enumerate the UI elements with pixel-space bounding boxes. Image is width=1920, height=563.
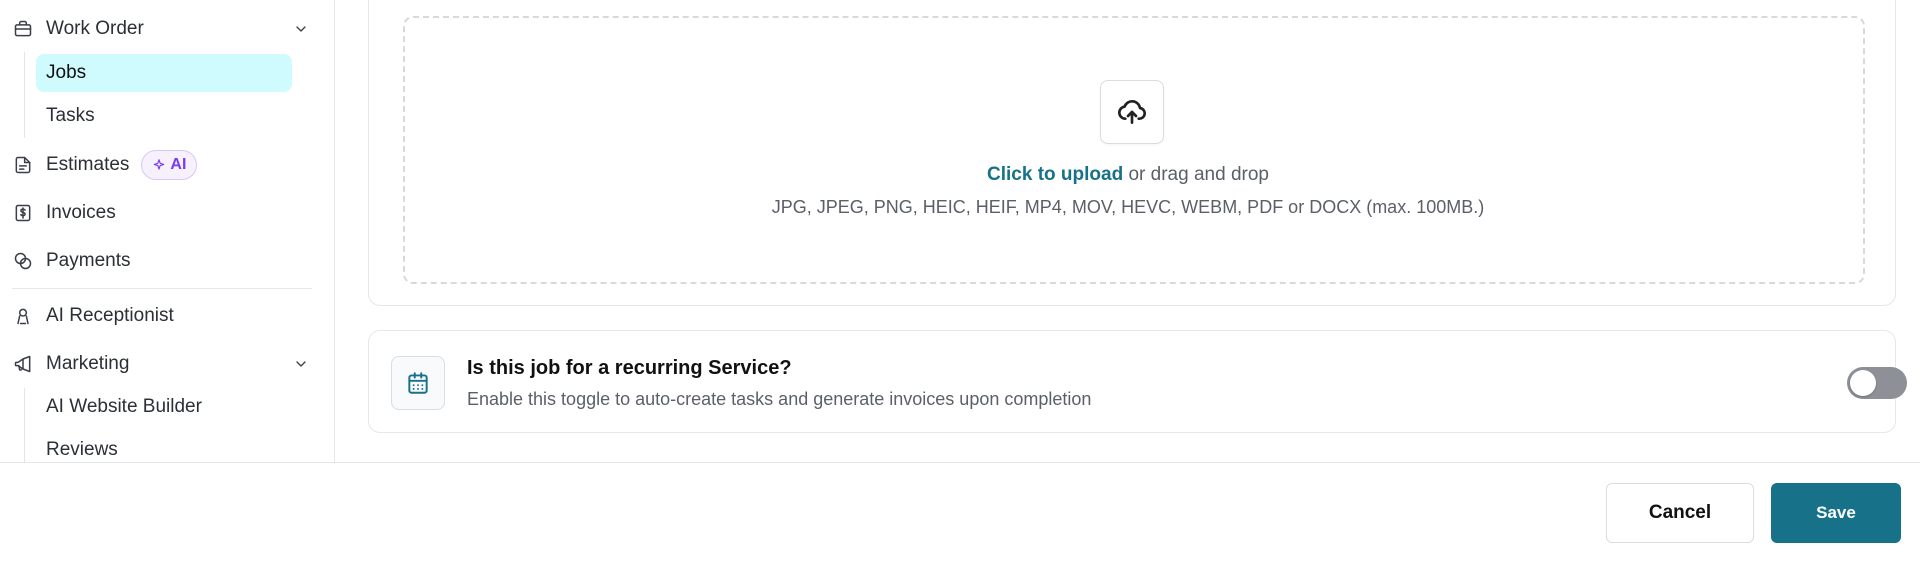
sidebar-item-label: Jobs	[46, 62, 87, 83]
sidebar-item-label: Invoices	[46, 202, 116, 223]
sidebar-item-label: Marketing	[46, 353, 130, 374]
sidebar-divider	[12, 288, 312, 289]
coins-icon	[12, 250, 34, 272]
attachments-card	[368, 0, 1896, 306]
recurring-service-card: Is this job for a recurring Service? Ena…	[368, 330, 1907, 433]
sidebar-item-invoices[interactable]: Invoices	[12, 196, 116, 230]
sidebar-item-label: Tasks	[46, 105, 95, 126]
calendar-icon	[408, 372, 428, 394]
sidebar-item-ai-receptionist[interactable]: AI Receptionist	[12, 299, 174, 333]
sidebar-item-marketing[interactable]: Marketing	[12, 347, 129, 381]
upload-icon-button[interactable]	[1100, 80, 1164, 144]
cloud-upload-icon	[1118, 99, 1147, 124]
sidebar-item-tasks[interactable]: Tasks	[36, 97, 292, 135]
submenu-guide-line	[24, 52, 25, 138]
sidebar-item-label: AI Receptionist	[46, 305, 174, 326]
sidebar-item-label: Reviews	[46, 439, 118, 460]
file-list-icon	[12, 154, 34, 176]
megaphone-icon	[12, 353, 34, 375]
accepted-formats: JPG, JPEG, PNG, HEIC, HEIF, MP4, MOV, HE…	[771, 197, 1485, 217]
sidebar-item-work-order[interactable]: Work Order	[12, 12, 144, 46]
main-content: Click to upload or drag and drop JPG, JP…	[336, 0, 1920, 462]
click-to-upload-link[interactable]: Click to upload	[987, 164, 1123, 185]
sidebar-item-jobs[interactable]: Jobs	[36, 54, 292, 92]
drag-drop-text: or drag and drop	[1123, 164, 1269, 185]
sparkle-icon	[154, 159, 165, 170]
receptionist-icon	[12, 305, 34, 327]
sidebar-item-ai-website-builder[interactable]: AI Website Builder	[36, 388, 292, 426]
invoice-dollar-icon	[12, 202, 34, 224]
toggle-knob	[1850, 370, 1876, 396]
sidebar-item-payments[interactable]: Payments	[12, 244, 130, 278]
briefcase-icon	[12, 18, 34, 40]
upload-instructions: Click to upload or drag and drop	[336, 164, 1920, 186]
chevron-down-icon[interactable]	[290, 353, 312, 375]
submenu-guide-line	[24, 388, 25, 462]
sidebar: Work Order Jobs Tasks Estimates AI Invoi…	[0, 0, 335, 462]
sidebar-item-estimates[interactable]: Estimates AI	[12, 148, 198, 182]
sidebar-item-label: Payments	[46, 250, 131, 271]
upload-dropzone[interactable]	[403, 16, 1865, 284]
ai-badge-label: AI	[170, 156, 187, 173]
ai-badge: AI	[141, 150, 198, 180]
app: Work Order Jobs Tasks Estimates AI Invoi…	[0, 0, 1920, 563]
cancel-button[interactable]: Cancel	[1606, 483, 1754, 543]
calendar-icon-box	[391, 356, 445, 410]
recurring-toggle[interactable]	[1847, 367, 1907, 399]
sidebar-item-label: Work Order	[46, 18, 144, 39]
chevron-down-icon[interactable]	[290, 18, 312, 40]
sidebar-item-label: Estimates	[46, 154, 130, 175]
form-footer: Cancel Save	[0, 462, 1920, 563]
recurring-description: Enable this toggle to auto-create tasks …	[467, 389, 1092, 409]
sidebar-item-label: AI Website Builder	[46, 396, 202, 417]
save-button[interactable]: Save	[1771, 483, 1901, 543]
recurring-title: Is this job for a recurring Service?	[467, 357, 792, 379]
